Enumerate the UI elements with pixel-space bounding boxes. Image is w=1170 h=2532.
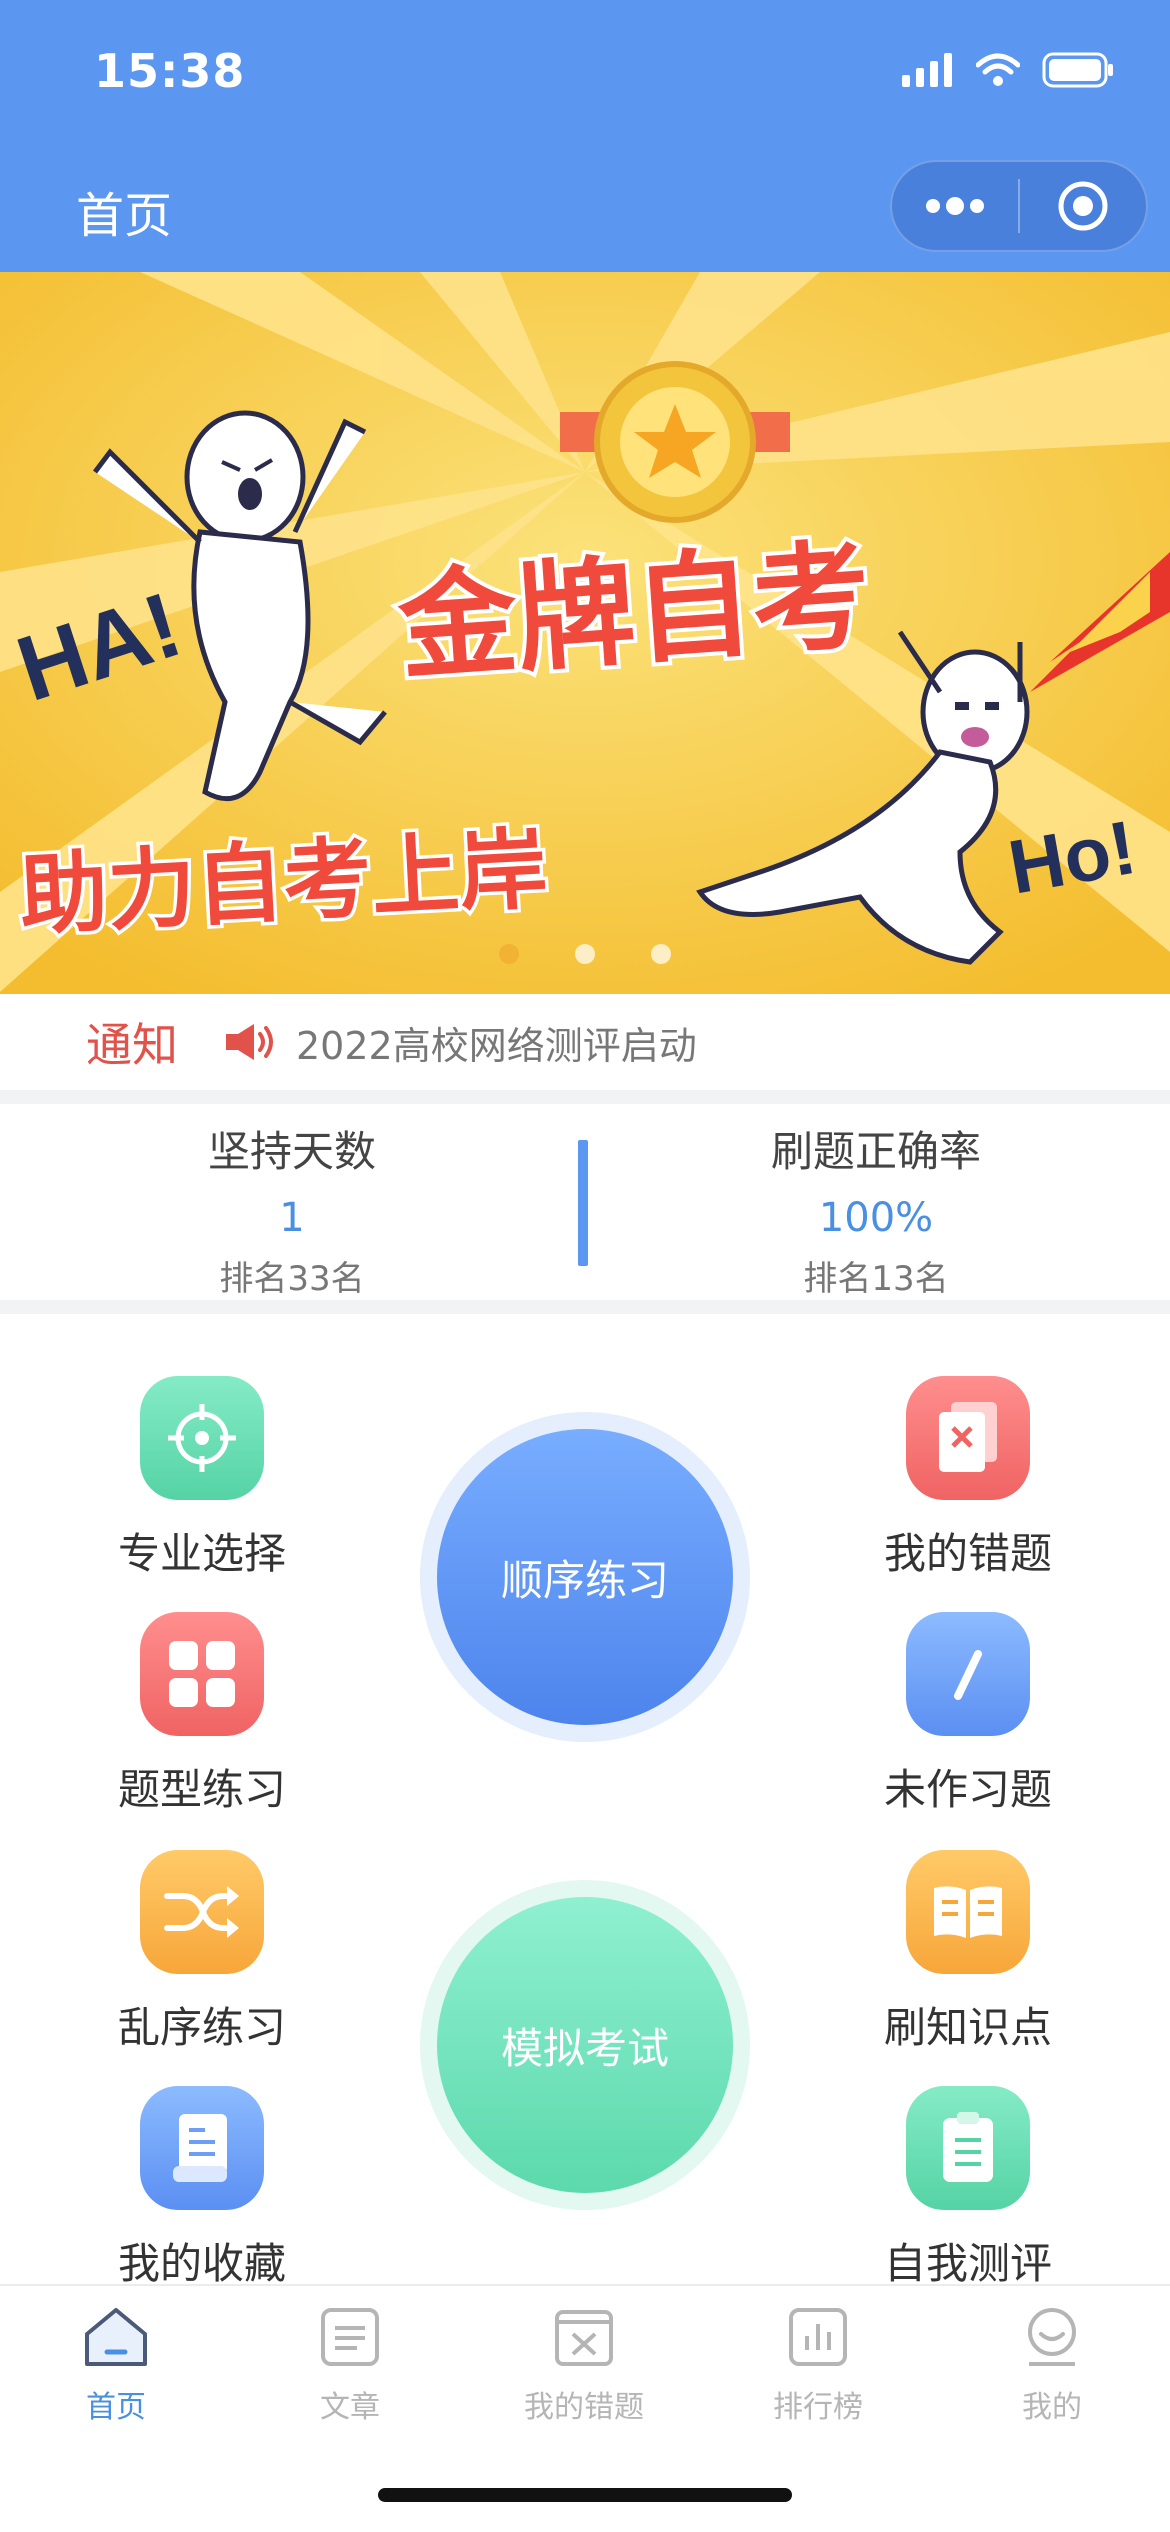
sequential-practice-button[interactable]: 顺序练习 — [437, 1429, 733, 1725]
favorites-button[interactable]: 我的收藏 — [72, 2086, 332, 2291]
profile-icon — [1028, 2308, 1076, 2366]
streak-title: 坚持天数 — [207, 1127, 376, 1176]
tab-label: 我的错题 — [524, 2390, 644, 2425]
miniprogram-capsule — [890, 160, 1148, 252]
stats-divider — [578, 1140, 588, 1266]
tab-label: 首页 — [86, 2390, 146, 2425]
sequential-practice-ring: 顺序练习 — [420, 1412, 750, 1742]
grid-label: 自我测评 — [883, 2239, 1052, 2288]
target-close-icon — [1058, 181, 1108, 231]
carousel-dot[interactable] — [499, 944, 519, 964]
tab-wrong-questions[interactable]: 我的错题 — [494, 2306, 674, 2426]
wrong-doc-icon — [906, 1376, 1030, 1500]
streak-stat: 坚持天数 1 排名33名 — [72, 1118, 512, 1300]
random-practice-button[interactable]: 乱序练习 — [72, 1850, 332, 2055]
section-divider — [0, 1300, 1170, 1314]
battery-icon — [1042, 52, 1113, 88]
notice-text: 2022高校网络测评启动 — [296, 1023, 697, 1068]
status-icons — [902, 52, 1114, 88]
accuracy-title: 刷题正确率 — [770, 1127, 981, 1176]
top-bar: 15:38 首页 — [0, 0, 1170, 272]
pencil-icon — [906, 1612, 1030, 1736]
tab-label: 文章 — [320, 2390, 380, 2425]
streak-value: 1 — [279, 1195, 305, 1241]
accuracy-value: 100% — [818, 1195, 934, 1241]
clipboard-icon — [906, 2086, 1030, 2210]
signal-icon — [902, 53, 952, 87]
mock-exam-ring: 模拟考试 — [420, 1880, 750, 2210]
shuffle-icon — [140, 1850, 264, 1974]
banner-illustration: HA! Ho! 金牌自考 助力自考上岸 — [0, 272, 1170, 994]
section-divider — [0, 1090, 1170, 1104]
tab-profile[interactable]: 我的 — [962, 2306, 1142, 2426]
close-miniprogram-button[interactable] — [1020, 162, 1146, 250]
grid-label: 题型练习 — [117, 1765, 286, 1814]
document-icon — [140, 2086, 264, 2210]
grid-label: 我的收藏 — [117, 2239, 286, 2288]
ranking-icon — [789, 2308, 847, 2366]
wrong-questions-icon — [555, 2310, 613, 2366]
speaker-icon — [226, 1024, 273, 1060]
tab-home[interactable]: 首页 — [26, 2306, 206, 2426]
stats-panel: 坚持天数 1 排名33名 刷题正确率 100% 排名13名 — [0, 1104, 1170, 1300]
tab-articles[interactable]: 文章 — [260, 2306, 440, 2426]
book-icon — [906, 1850, 1030, 1974]
tab-label: 我的 — [1022, 2390, 1082, 2425]
accuracy-rank: 排名13名 — [803, 1259, 949, 1299]
notice-bar[interactable]: 通知 2022高校网络测评启动 — [0, 994, 1170, 1090]
grid-icon — [140, 1612, 264, 1736]
notice-label: 通知 — [86, 1018, 178, 1072]
wifi-icon — [976, 53, 1020, 86]
grid-label: 乱序练习 — [117, 2003, 286, 2052]
unanswered-questions-button[interactable]: 未作习题 — [838, 1612, 1098, 1817]
more-button[interactable] — [892, 162, 1018, 250]
question-type-button[interactable]: 题型练习 — [72, 1612, 332, 1817]
home-icon — [85, 2308, 147, 2366]
more-dots-icon — [926, 197, 984, 215]
grid-label: 未作习题 — [883, 1765, 1052, 1814]
self-assessment-button[interactable]: 自我测评 — [838, 2086, 1098, 2291]
tab-ranking[interactable]: 排行榜 — [728, 2306, 908, 2426]
article-icon — [321, 2308, 379, 2366]
knowledge-points-button[interactable]: 刷知识点 — [838, 1850, 1098, 2055]
banner-carousel[interactable]: HA! Ho! 金牌自考 助力自考上岸 — [0, 272, 1170, 994]
grid-label: 刷知识点 — [883, 2003, 1052, 2052]
carousel-dot[interactable] — [651, 944, 671, 964]
page-title: 首页 — [76, 188, 173, 244]
major-select-button[interactable]: 专业选择 — [72, 1376, 332, 1581]
carousel-indicators — [0, 944, 1170, 964]
accuracy-stat: 刷题正确率 100% 排名13名 — [656, 1118, 1096, 1300]
carousel-dot[interactable] — [575, 944, 595, 964]
grid-label: 专业选择 — [117, 1529, 286, 1578]
status-time: 15:38 — [94, 44, 246, 98]
mock-exam-button[interactable]: 模拟考试 — [437, 1897, 733, 2193]
tab-label: 排行榜 — [773, 2390, 863, 2425]
home-indicator — [378, 2488, 792, 2502]
wrong-questions-button[interactable]: 我的错题 — [838, 1376, 1098, 1581]
target-icon — [140, 1376, 264, 1500]
grid-label: 我的错题 — [883, 1529, 1052, 1578]
streak-rank: 排名33名 — [219, 1259, 365, 1299]
